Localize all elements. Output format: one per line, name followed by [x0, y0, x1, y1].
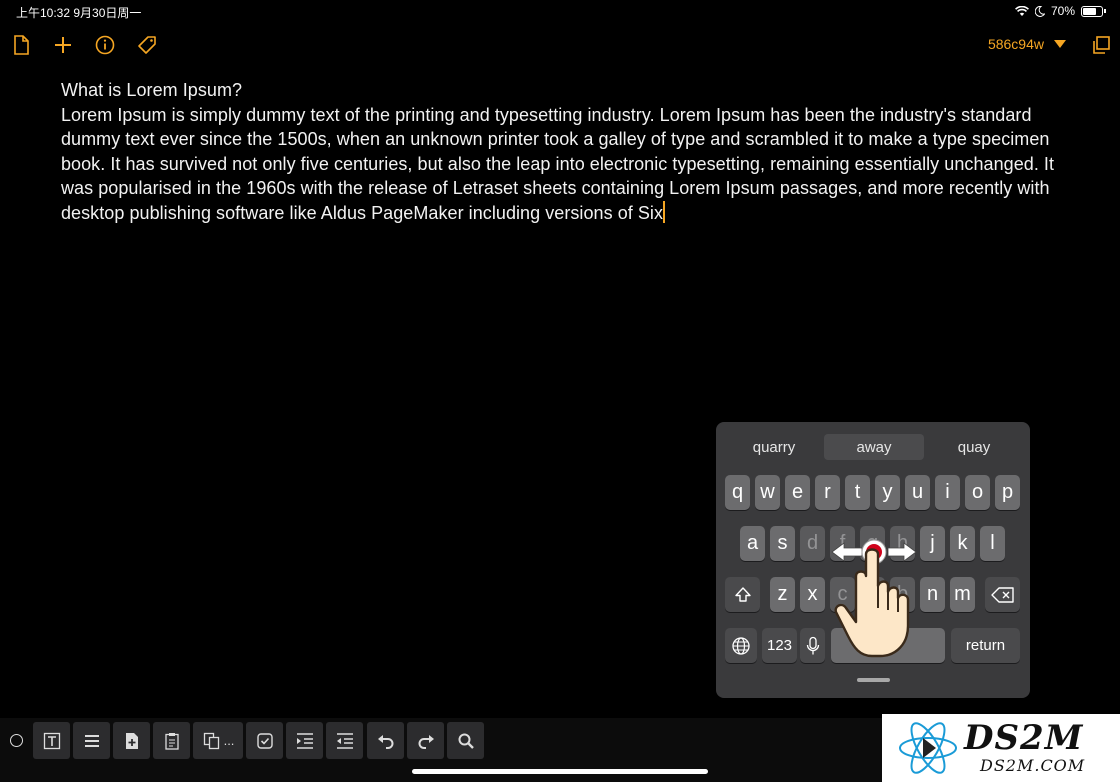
chevron-down-icon	[1054, 40, 1066, 48]
status-bar: 上午10:32 9月30日周一 70%	[0, 0, 1120, 22]
text-frame-button[interactable]	[33, 722, 70, 759]
key-e[interactable]: e	[785, 475, 810, 510]
key-z[interactable]: z	[770, 577, 795, 612]
battery-percent: 70%	[1050, 4, 1075, 18]
key-j[interactable]: j	[920, 526, 945, 561]
globe-icon	[732, 636, 750, 655]
home-indicator[interactable]	[412, 769, 708, 774]
editor-body-wrapper: Lorem Ipsum is simply dummy text of the …	[61, 103, 1071, 226]
duplicate-icon[interactable]	[1090, 34, 1112, 56]
search-button[interactable]	[447, 722, 484, 759]
key-q[interactable]: q	[725, 475, 750, 510]
tag-icon[interactable]	[136, 34, 158, 56]
indent-icon	[296, 732, 313, 749]
copy-more-label: ...	[223, 733, 235, 748]
moon-icon	[1034, 5, 1045, 17]
microphone-icon	[806, 636, 819, 654]
copy-icon	[203, 732, 219, 749]
backspace-icon	[990, 586, 1014, 603]
text-cursor	[663, 200, 666, 223]
editor-title-line: What is Lorem Ipsum?	[61, 80, 243, 100]
checkbox-icon	[256, 732, 273, 749]
watermark-brand: DS2M	[964, 718, 1084, 758]
suggestion-2[interactable]: away	[824, 434, 924, 460]
numbers-key[interactable]: 123	[762, 628, 797, 663]
clipboard-icon	[164, 732, 179, 750]
key-r[interactable]: r	[815, 475, 840, 510]
key-i[interactable]: i	[935, 475, 960, 510]
redo-button[interactable]	[407, 722, 444, 759]
document-id-menu[interactable]: 586c94w	[988, 36, 1066, 52]
editor-body: Lorem Ipsum is simply dummy text of the …	[61, 104, 1055, 223]
info-icon[interactable]	[94, 34, 116, 56]
key-y[interactable]: y	[875, 475, 900, 510]
undo-button[interactable]	[367, 722, 404, 759]
text-frame-icon	[43, 732, 60, 749]
text-editor[interactable]: What is Lorem Ipsum? Lorem Ipsum is simp…	[61, 78, 1071, 226]
plus-icon[interactable]	[52, 34, 74, 56]
globe-key[interactable]	[725, 628, 757, 663]
delete-key[interactable]	[985, 577, 1020, 612]
document-icon[interactable]	[10, 34, 32, 56]
atom-logo-icon	[899, 722, 957, 774]
checkbox-button[interactable]	[246, 722, 283, 759]
wifi-icon	[1015, 5, 1029, 16]
suggestion-1[interactable]: quarry	[724, 434, 824, 460]
return-key[interactable]: return	[951, 628, 1020, 663]
swipe-gesture-hand-icon	[831, 539, 917, 658]
undo-icon	[377, 734, 393, 749]
status-indicators: 70%	[1015, 4, 1106, 18]
key-k[interactable]: k	[950, 526, 975, 561]
key-d[interactable]: d	[800, 526, 825, 561]
battery-icon	[1081, 5, 1103, 17]
key-x[interactable]: x	[800, 577, 825, 612]
status-time-date: 上午10:32 9月30日周一	[16, 6, 142, 20]
add-page-icon	[125, 732, 138, 749]
clipboard-button[interactable]	[153, 722, 190, 759]
key-t[interactable]: t	[845, 475, 870, 510]
watermark-logo: DS2M DS2M.COM	[882, 714, 1120, 782]
watermark-domain: DS2M.COM	[980, 756, 1086, 775]
key-o[interactable]: o	[965, 475, 990, 510]
copy-button[interactable]: ...	[193, 722, 243, 759]
shift-icon	[734, 586, 751, 602]
circle-icon[interactable]	[10, 734, 23, 747]
key-s[interactable]: s	[770, 526, 795, 561]
key-w[interactable]: w	[755, 475, 780, 510]
search-icon	[458, 733, 474, 749]
dictation-key[interactable]	[800, 628, 825, 663]
key-l[interactable]: l	[980, 526, 1005, 561]
top-toolbar: 586c94w	[0, 28, 1120, 60]
indent-button[interactable]	[286, 722, 323, 759]
keyboard-drag-handle[interactable]	[857, 678, 890, 682]
add-page-button[interactable]	[113, 722, 150, 759]
shift-key[interactable]	[725, 577, 760, 612]
suggestion-bar: quarry away quay	[716, 432, 1030, 460]
key-p[interactable]: p	[995, 475, 1020, 510]
list-button[interactable]	[73, 722, 110, 759]
redo-icon	[418, 734, 434, 749]
key-a[interactable]: a	[740, 526, 765, 561]
key-n[interactable]: n	[920, 577, 945, 612]
outdent-icon	[336, 732, 353, 749]
key-m[interactable]: m	[950, 577, 975, 612]
key-u[interactable]: u	[905, 475, 930, 510]
outdent-button[interactable]	[326, 722, 363, 759]
suggestion-3[interactable]: quay	[924, 434, 1024, 460]
list-icon	[84, 734, 99, 747]
document-id-label: 586c94w	[987, 36, 1044, 52]
